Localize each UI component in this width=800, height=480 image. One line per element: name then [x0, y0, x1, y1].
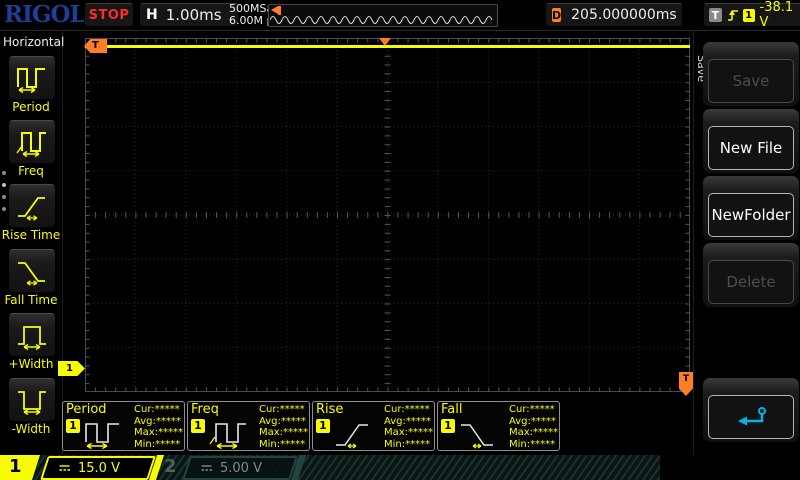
measure-item-period[interactable]	[8, 56, 56, 100]
measurement-channel-badge: 1	[316, 419, 330, 433]
measure-item-rise-time-label: Rise Time	[0, 228, 62, 242]
trigger-position-marker[interactable]	[379, 38, 391, 46]
channel2-status[interactable]: 5.00 V	[182, 456, 298, 480]
dc-coupling-icon	[200, 463, 213, 473]
run-state-indicator: STOP	[84, 3, 134, 27]
back-button[interactable]	[708, 395, 794, 439]
measurement-values: Cur:***** Avg:***** Max:***** Min:*****	[384, 404, 433, 450]
menu-page-dot	[2, 183, 6, 187]
measurement-values: Cur:***** Avg:***** Max:***** Min:*****	[259, 404, 308, 450]
waveform-preview	[268, 4, 498, 27]
measure-item-neg-width-label: -Width	[0, 422, 62, 436]
measurement-card-period[interactable]: Period 1 Cur:***** Avg:***** Max:***** M…	[62, 401, 185, 451]
measure-item-freq-label: Freq	[0, 164, 62, 178]
new-folder-button[interactable]: NewFolder	[708, 193, 794, 237]
measurement-values: Cur:***** Avg:***** Max:***** Min:*****	[509, 404, 558, 450]
rise-icon	[332, 416, 376, 450]
run-state-label: STOP	[89, 8, 130, 23]
measure-item-freq[interactable]	[8, 120, 56, 164]
preview-waveform-icon	[270, 7, 494, 25]
neg-width-icon	[15, 385, 49, 415]
rigol-logo: RIGOL	[4, 1, 85, 28]
oscilloscope-screen: RIGOL STOP H 1.00ms 500MSa/s 6.00M pts D…	[0, 0, 800, 480]
dc-coupling-icon	[58, 463, 71, 473]
measurement-name: Period	[66, 402, 107, 417]
graticule	[85, 38, 690, 392]
menu-slot: Save	[703, 42, 799, 106]
measurement-name: Rise	[316, 402, 343, 417]
back-arrow-icon	[732, 406, 770, 428]
trigger-box: T 1 -38.1 V	[703, 3, 800, 27]
menu-slot: Delete	[703, 243, 799, 307]
menu-page-dot	[2, 207, 6, 211]
channel2-number[interactable]: 2	[164, 456, 177, 477]
trigger-badge: T	[709, 8, 722, 22]
measure-item-fall-time-label: Fall Time	[0, 293, 62, 307]
waveform-display: T 1 T	[85, 38, 690, 392]
menu-slot: New File	[703, 109, 799, 173]
measurement-channel-badge: 1	[191, 419, 205, 433]
measure-item-rise-time[interactable]	[8, 184, 56, 228]
measurement-channel-badge: 1	[66, 419, 80, 433]
measure-item-fall-time[interactable]	[8, 249, 56, 293]
delay-value: 205.000000ms	[571, 7, 677, 23]
channel1-status[interactable]: 15.0 V	[40, 456, 156, 480]
channel1-zero-marker[interactable]: 1	[58, 361, 85, 376]
measurement-card-freq[interactable]: Freq 1 Cur:***** Avg:***** Max:***** Min…	[187, 401, 310, 451]
freq-icon	[15, 127, 49, 157]
menu-page-dot	[2, 195, 6, 199]
rising-edge-icon	[727, 8, 738, 23]
measurement-channel-badge: 1	[441, 419, 455, 433]
measurement-card-rise[interactable]: Rise 1 Cur:***** Avg:***** Max:***** Min…	[312, 401, 435, 451]
period-icon	[15, 63, 49, 93]
trigger-source-badge: 1	[743, 9, 755, 22]
menu-slot	[703, 378, 799, 442]
freq-icon	[207, 416, 251, 450]
channel-status-bar: 1 15.0 V 2 5.00 V	[0, 455, 800, 480]
measurement-values: Cur:***** Avg:***** Max:***** Min:*****	[134, 404, 183, 450]
measurement-card-fall[interactable]: Fall 1 Cur:***** Avg:***** Max:***** Min…	[437, 401, 560, 451]
menu-page-dot	[2, 171, 6, 175]
channel1-scale: 15.0 V	[78, 461, 120, 476]
measure-item-pos-width[interactable]	[8, 313, 56, 357]
save-button[interactable]: Save	[708, 59, 794, 103]
horizontal-timebase-box: H 1.00ms	[139, 3, 239, 27]
new-file-button[interactable]: New File	[708, 126, 794, 170]
right-save-menu: Save Save New File NewFolder Delete	[693, 31, 800, 455]
measure-item-period-label: Period	[0, 100, 62, 114]
measure-item-pos-width-label: +Width	[0, 357, 62, 371]
delay-badge: D	[552, 8, 561, 22]
trigger-level-marker[interactable]: T	[679, 372, 693, 396]
left-measure-menu: Horizontal Period Freq Rise Time	[0, 31, 63, 455]
measure-item-neg-width[interactable]	[8, 378, 56, 422]
top-status-bar: RIGOL STOP H 1.00ms 500MSa/s 6.00M pts D…	[0, 0, 800, 31]
fall-icon	[457, 416, 501, 450]
left-menu-title: Horizontal	[3, 35, 64, 49]
delete-button[interactable]: Delete	[708, 260, 794, 304]
delay-box: D 205.000000ms	[545, 3, 683, 27]
rise-time-icon	[15, 191, 49, 221]
horizontal-label: H	[146, 7, 158, 23]
measurement-name: Freq	[191, 402, 219, 417]
trigger-level-value: -38.1 V	[760, 0, 800, 30]
fall-time-icon	[15, 256, 49, 286]
menu-slot: NewFolder	[703, 176, 799, 240]
channel2-scale: 5.00 V	[220, 461, 262, 476]
timebase-value: 1.00ms	[166, 6, 222, 24]
pos-width-icon	[15, 320, 49, 350]
measurement-name: Fall	[441, 402, 462, 417]
period-icon	[82, 416, 126, 450]
